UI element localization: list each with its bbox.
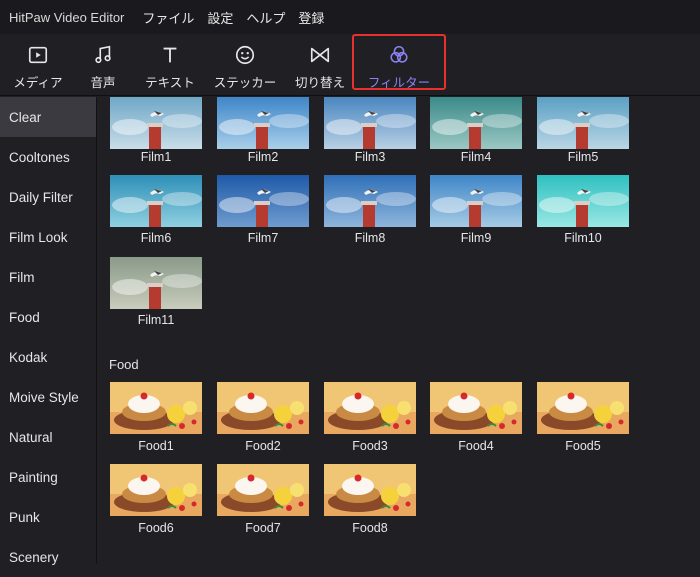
tool-sticker-label: ステッカー xyxy=(213,75,277,90)
menu-register[interactable]: 登録 xyxy=(298,8,324,27)
filter-film2-label: Film2 xyxy=(247,150,279,164)
sidebar-item-film[interactable]: Film xyxy=(0,257,96,297)
filter-food2-label: Food2 xyxy=(245,439,281,453)
tool-transition[interactable]: 切り替え xyxy=(290,34,350,96)
tool-sticker[interactable]: ステッカー xyxy=(210,34,280,96)
tool-media[interactable]: メディア xyxy=(10,34,66,96)
sidebar-item-kodak[interactable]: Kodak xyxy=(0,337,96,377)
sidebar-item-film-look[interactable]: Film Look xyxy=(0,217,96,257)
music-note-icon xyxy=(95,45,111,63)
filter-food4-thumbnail[interactable] xyxy=(430,382,522,434)
filter-food3-label: Food3 xyxy=(352,439,388,453)
sidebar-item-cooltones[interactable]: Cooltones xyxy=(0,137,96,177)
filter-film3-label: Film3 xyxy=(354,150,386,164)
filter-category-sidebar: Clear Cooltones Daily Filter Film Look F… xyxy=(0,97,97,565)
sidebar-item-painting[interactable]: Painting xyxy=(0,457,96,497)
menu-help[interactable]: ヘルプ xyxy=(246,8,285,27)
filter-film1-label: Film1 xyxy=(140,150,172,164)
filter-film9-thumbnail[interactable] xyxy=(430,175,522,227)
sidebar-item-food[interactable]: Food xyxy=(0,297,96,337)
filter-film7-label: Film7 xyxy=(247,231,279,245)
tool-text-label: テキスト xyxy=(145,75,195,90)
smiley-icon xyxy=(235,45,255,64)
sidebar-item-clear[interactable]: Clear xyxy=(0,97,96,137)
filter-film6-label: Film6 xyxy=(140,231,172,245)
filter-food1-label: Food1 xyxy=(138,439,174,453)
sidebar-item-daily-filter[interactable]: Daily Filter xyxy=(0,177,96,217)
filter-food8-label: Food8 xyxy=(352,521,388,535)
filter-food2-thumbnail[interactable] xyxy=(217,382,309,434)
sidebar-item-punk[interactable]: Punk xyxy=(0,497,96,537)
filter-film8-label: Film8 xyxy=(354,231,386,245)
filter-film8-thumbnail[interactable] xyxy=(324,175,416,227)
filter-film9-label: Film9 xyxy=(460,231,492,245)
menu-bar: HitPaw Video Editor ファイル 設定 ヘルプ 登録 xyxy=(0,0,700,34)
filter-food8-thumbnail[interactable] xyxy=(324,464,416,516)
filter-food1-thumbnail[interactable] xyxy=(110,382,202,434)
filter-film3-thumbnail[interactable] xyxy=(324,97,416,149)
filter-film4-label: Film4 xyxy=(460,150,492,164)
media-icon xyxy=(28,46,48,63)
filter-food5-label: Food5 xyxy=(565,439,601,453)
tool-text[interactable]: テキスト xyxy=(138,34,202,96)
filter-food4-label: Food4 xyxy=(458,439,494,453)
tool-media-label: メディア xyxy=(13,75,63,90)
sidebar-item-natural[interactable]: Natural xyxy=(0,417,96,457)
filter-film5-thumbnail[interactable] xyxy=(537,97,629,149)
filter-food7-thumbnail[interactable] xyxy=(217,464,309,516)
filter-food7-label: Food7 xyxy=(245,521,281,535)
tool-transition-label: 切り替え xyxy=(294,75,345,90)
filter-film11-thumbnail[interactable] xyxy=(110,257,202,309)
filter-film5-label: Film5 xyxy=(567,150,599,164)
filter-film10-thumbnail[interactable] xyxy=(537,175,629,227)
menu-file[interactable]: ファイル xyxy=(142,8,194,27)
filter-film7-thumbnail[interactable] xyxy=(217,175,309,227)
app-title: HitPaw Video Editor xyxy=(9,9,125,25)
sidebar-item-scenery[interactable]: Scenery xyxy=(0,537,96,577)
filter-film4-thumbnail[interactable] xyxy=(430,97,522,149)
filter-highlight-box xyxy=(352,34,446,90)
sidebar-item-moive-style[interactable]: Moive Style xyxy=(0,377,96,417)
filter-film10-label: Film10 xyxy=(564,231,602,245)
main-toolbar: メディア 音声 テキスト ステッカー 切り替え フィルター xyxy=(0,34,700,96)
filter-food3-thumbnail[interactable] xyxy=(324,382,416,434)
filter-food6-label: Food6 xyxy=(138,521,174,535)
text-t-icon xyxy=(163,47,177,62)
filter-film2-thumbnail[interactable] xyxy=(217,97,309,149)
food-section-title: Food xyxy=(109,357,139,372)
filter-food5-thumbnail[interactable] xyxy=(537,382,629,434)
filter-film11-label: Film11 xyxy=(137,313,175,327)
filter-food6-thumbnail[interactable] xyxy=(110,464,202,516)
filter-film1-thumbnail[interactable] xyxy=(110,97,202,149)
filter-film6-thumbnail[interactable] xyxy=(110,175,202,227)
bowtie-icon xyxy=(310,47,330,62)
menu-settings[interactable]: 設定 xyxy=(207,8,233,27)
tool-audio[interactable]: 音声 xyxy=(80,34,126,96)
filter-gallery: Food Film1 Film2 Film3 Film4 Film5 Film6 Film7… xyxy=(98,97,700,564)
tool-audio-label: 音声 xyxy=(90,75,116,90)
